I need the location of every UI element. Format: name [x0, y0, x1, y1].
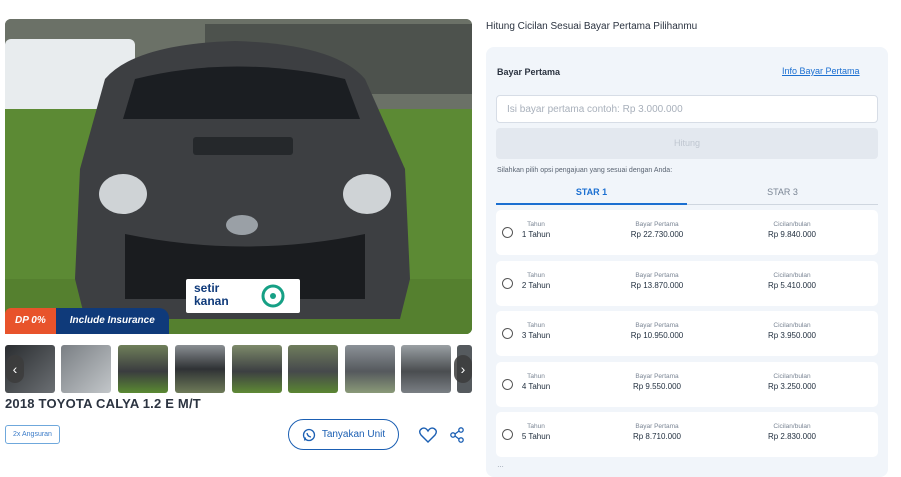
option-row-2[interactable]: Tahun 2 Tahun Bayar Pertama Rp 13.870.000 …: [496, 261, 878, 306]
main-car-photo[interactable]: setir kanan: [5, 19, 472, 334]
tahun-cell: Tahun 2 Tahun: [518, 271, 554, 292]
setir-kanan-logo: setir kanan: [186, 279, 300, 313]
bayar-label: Bayar Pertama: [635, 272, 679, 279]
thumbnail-side[interactable]: [288, 345, 338, 393]
tahun-value: 1 Tahun: [521, 230, 551, 239]
bayar-value: Rp 10.950.000: [630, 331, 684, 340]
option-radio[interactable]: [502, 227, 513, 238]
tahun-label: Tahun: [527, 272, 545, 279]
option-radio[interactable]: [502, 379, 513, 390]
cicilan-cell: Cicilan/bulan Rp 5.410.000: [751, 271, 833, 292]
cicilan-value: Rp 9.840.000: [767, 230, 817, 239]
cicilan-value: Rp 3.950.000: [767, 331, 817, 340]
tab-star-3[interactable]: STAR 3: [687, 182, 878, 205]
bayar-label: Bayar Pertama: [635, 423, 679, 430]
tahun-value: 5 Tahun: [521, 432, 551, 441]
bayar-label: Bayar Pertama: [635, 221, 679, 228]
bayar-cell: Bayar Pertama Rp 22.730.000: [616, 220, 698, 241]
bayar-pertama-input[interactable]: [496, 95, 878, 123]
thumbnail-front[interactable]: [118, 345, 168, 393]
tab-star-1[interactable]: STAR 1: [496, 182, 687, 205]
bayar-pertama-label: Bayar Pertama: [497, 67, 561, 77]
bayar-value: Rp 8.710.000: [632, 432, 682, 441]
thumbnail-rear[interactable]: [175, 345, 225, 393]
tanyakan-unit-button[interactable]: Tanyakan Unit: [288, 419, 399, 450]
cicilan-cell: Cicilan/bulan Rp 9.840.000: [751, 220, 833, 241]
option-row-1[interactable]: Tahun 1 Tahun Bayar Pertama Rp 22.730.000 …: [496, 210, 878, 255]
thumbnail-side-2[interactable]: [345, 345, 395, 393]
calculator-heading: Hitung Cicilan Sesuai Bayar Pertama Pili…: [486, 21, 698, 32]
bayar-value: Rp 22.730.000: [630, 230, 684, 239]
cicilan-cell: Cicilan/bulan Rp 2.830.000: [751, 422, 833, 443]
car-title: 2018 TOYOTA CALYA 1.2 E M/T: [5, 396, 201, 411]
option-radio[interactable]: [502, 429, 513, 440]
tahun-cell: Tahun 1 Tahun: [518, 220, 554, 241]
steering-wheel-icon: [261, 284, 285, 308]
promo-badges: DP 0% Include Insurance: [5, 308, 169, 334]
dp-badge: DP 0%: [5, 308, 56, 334]
bayar-cell: Bayar Pertama Rp 13.870.000: [616, 271, 698, 292]
tahun-label: Tahun: [527, 373, 545, 380]
bayar-value: Rp 13.870.000: [630, 281, 684, 290]
cicilan-cell: Cicilan/bulan Rp 3.250.000: [751, 372, 833, 393]
tahun-cell: Tahun 3 Tahun: [518, 321, 554, 342]
option-radio[interactable]: [502, 328, 513, 339]
cicilan-label: Cicilan/bulan: [773, 272, 811, 279]
more-indicator: …: [497, 462, 504, 469]
bayar-label: Bayar Pertama: [635, 373, 679, 380]
tahun-label: Tahun: [527, 221, 545, 228]
thumbnail-next-arrow[interactable]: ›: [454, 355, 472, 383]
thumbnail-side-3[interactable]: [401, 345, 451, 393]
heart-icon: [418, 426, 437, 443]
tahun-label: Tahun: [527, 322, 545, 329]
angsuran-chip[interactable]: 2x Angsuran: [5, 425, 60, 444]
cicilan-label: Cicilan/bulan: [773, 423, 811, 430]
option-row-5[interactable]: Tahun 5 Tahun Bayar Pertama Rp 8.710.000 C…: [496, 412, 878, 457]
logo-line-2: kanan: [194, 294, 229, 308]
thumbnail-rear-side[interactable]: [232, 345, 282, 393]
insurance-badge: Include Insurance: [55, 308, 169, 334]
cicilan-cell: Cicilan/bulan Rp 3.950.000: [751, 321, 833, 342]
hitung-button[interactable]: Hitung: [496, 128, 878, 159]
cicilan-value: Rp 5.410.000: [767, 281, 817, 290]
logo-text: setir kanan: [194, 282, 229, 308]
bayar-label: Bayar Pertama: [635, 322, 679, 329]
cicilan-value: Rp 3.250.000: [767, 382, 817, 391]
cicilan-label: Cicilan/bulan: [773, 373, 811, 380]
share-button[interactable]: [441, 419, 472, 450]
bayar-value: Rp 9.550.000: [632, 382, 682, 391]
thumbnail-strip: [5, 345, 472, 393]
star-tabs: STAR 1 STAR 3: [496, 182, 878, 205]
favorite-button[interactable]: [412, 419, 443, 450]
whatsapp-icon: [302, 428, 315, 441]
bayar-cell: Bayar Pertama Rp 9.550.000: [616, 372, 698, 393]
tahun-label: Tahun: [527, 423, 545, 430]
cicilan-label: Cicilan/bulan: [773, 221, 811, 228]
tanyakan-unit-label: Tanyakan Unit: [321, 429, 386, 440]
cicilan-value: Rp 2.830.000: [767, 432, 817, 441]
option-row-4[interactable]: Tahun 4 Tahun Bayar Pertama Rp 9.550.000 C…: [496, 362, 878, 407]
thumbnail-prev-arrow[interactable]: ‹: [6, 355, 24, 383]
thumbnail-engine[interactable]: [61, 345, 111, 393]
tahun-value: 3 Tahun: [521, 331, 551, 340]
info-bayar-pertama-link[interactable]: Info Bayar Pertama: [782, 66, 860, 76]
option-row-3[interactable]: Tahun 3 Tahun Bayar Pertama Rp 10.950.000 …: [496, 311, 878, 356]
tahun-cell: Tahun 4 Tahun: [518, 372, 554, 393]
tahun-value: 4 Tahun: [521, 382, 551, 391]
tahun-cell: Tahun 5 Tahun: [518, 422, 554, 443]
option-radio[interactable]: [502, 278, 513, 289]
pengajuan-hint: Silahkan pilih opsi pengajuan yang sesua…: [497, 167, 673, 174]
bayar-cell: Bayar Pertama Rp 10.950.000: [616, 321, 698, 342]
tahun-value: 2 Tahun: [521, 281, 551, 290]
cicilan-label: Cicilan/bulan: [773, 322, 811, 329]
share-icon: [449, 426, 464, 443]
bayar-cell: Bayar Pertama Rp 8.710.000: [616, 422, 698, 443]
